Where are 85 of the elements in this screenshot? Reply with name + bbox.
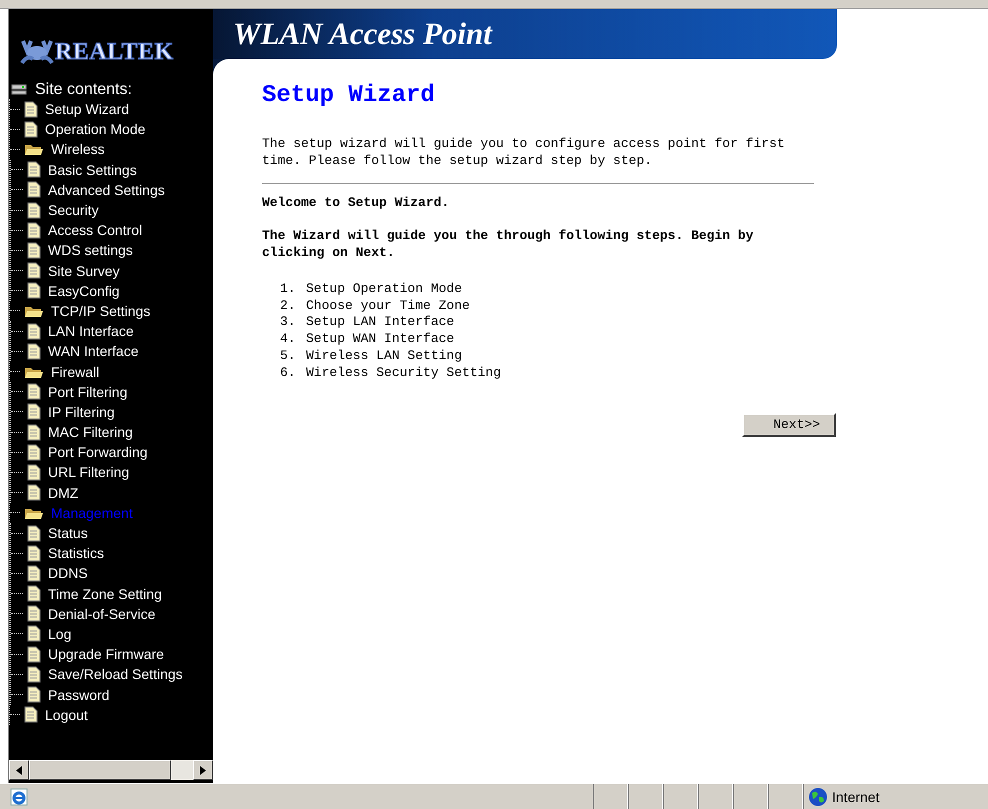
page-icon <box>27 666 41 683</box>
page-icon <box>27 444 41 461</box>
tree-item[interactable]: Site Survey <box>48 262 120 279</box>
step-number: 4. <box>280 331 297 346</box>
tree-item[interactable]: LAN Interface <box>48 323 134 340</box>
tree-item[interactable]: Advanced Settings <box>48 182 165 198</box>
next-button[interactable]: Next>> <box>742 412 836 437</box>
tree-item[interactable]: Upgrade Firmware <box>48 646 164 662</box>
globe-icon <box>808 786 828 806</box>
page-icon <box>27 242 41 259</box>
page-icon <box>27 262 41 280</box>
tree-item[interactable]: Status <box>48 525 88 542</box>
page-icon <box>27 585 41 602</box>
step-number: 1. <box>280 280 297 296</box>
page-title: Setup Wizard <box>262 82 436 109</box>
page-icon <box>27 686 41 704</box>
page-icon <box>27 564 41 582</box>
page-icon <box>27 403 41 420</box>
tree-item[interactable]: WAN Interface <box>48 343 139 360</box>
tree-item[interactable]: DDNS <box>48 565 88 582</box>
welcome-text: Welcome to Setup Wizard. <box>262 194 450 211</box>
tree-item[interactable]: TCP/IP Settings <box>51 302 150 319</box>
page-icon <box>27 464 41 481</box>
tree-item[interactable]: Setup Wizard <box>45 101 130 118</box>
scroll-right-icon[interactable] <box>193 760 213 780</box>
page-icon <box>27 625 41 642</box>
zone-label: Internet <box>832 788 880 804</box>
computer-icon <box>11 83 27 97</box>
tree-item[interactable]: IP Filtering <box>48 404 115 420</box>
step-number: 6. <box>280 364 297 380</box>
page-icon <box>27 222 41 239</box>
page-icon <box>27 322 41 340</box>
tree-item[interactable]: Access Control <box>48 222 142 238</box>
page-icon <box>27 181 41 198</box>
page-icon <box>24 120 38 138</box>
step-text: Setup LAN Interface <box>306 314 454 330</box>
step-text: Choose your Time Zone <box>306 298 470 313</box>
step-text: Setup Operation Mode <box>306 280 462 296</box>
page-icon <box>27 605 41 622</box>
tree-item[interactable]: MAC Filtering <box>48 424 133 440</box>
tree-item[interactable]: WDS settings <box>48 242 133 258</box>
tree-item[interactable]: URL Filtering <box>48 464 130 480</box>
tree-item[interactable]: Denial-of-Service <box>48 606 156 622</box>
banner-title: WLAN Access Point <box>233 16 492 52</box>
page-icon <box>27 646 41 663</box>
page-icon <box>27 161 41 178</box>
tree-item[interactable]: Basic Settings <box>48 162 137 178</box>
step-number: 2. <box>280 298 297 313</box>
page-icon <box>27 342 41 360</box>
tree-item[interactable]: Password <box>48 686 110 703</box>
page-icon <box>27 202 41 219</box>
page-icon <box>24 706 38 724</box>
tree-item[interactable]: Operation Mode <box>45 121 146 138</box>
tree-item[interactable]: Logout <box>45 706 88 723</box>
step-number: 3. <box>280 314 297 330</box>
step-text: Wireless Security Setting <box>306 364 502 380</box>
tree-item[interactable]: Wireless <box>51 141 105 158</box>
horizontal-scrollbar[interactable] <box>9 760 213 780</box>
guide-text: The Wizard will guide you the through following steps. Begin by clicking on Next. <box>262 227 754 261</box>
page-icon <box>27 282 41 300</box>
page-icon <box>27 484 41 502</box>
tree-item[interactable]: Time Zone Setting <box>48 586 162 602</box>
step-number: 5. <box>280 348 297 364</box>
tree-item[interactable]: EasyConfig <box>48 282 120 299</box>
scroll-thumb[interactable] <box>29 760 171 780</box>
step-text: Setup WAN Interface <box>306 331 454 346</box>
page-icon <box>27 524 41 542</box>
tree-item[interactable]: DMZ <box>48 484 78 501</box>
step-text: Wireless LAN Setting <box>306 348 462 364</box>
scroll-left-icon[interactable] <box>9 760 29 780</box>
tree-item[interactable]: Security <box>48 202 99 218</box>
tree-heading: Site contents: <box>35 81 132 99</box>
logo-text: REALTEK <box>55 38 174 66</box>
page-icon <box>27 544 41 562</box>
tree-item[interactable]: Statistics <box>48 545 104 562</box>
page-icon <box>27 424 41 441</box>
tree-item[interactable]: Log <box>48 626 72 642</box>
page-icon <box>27 383 41 400</box>
folder-icon <box>24 142 44 156</box>
intro-text: The setup wizard will guide you to configure access point for first time. Please follow the setup wizard step by step. <box>262 135 786 169</box>
tree-item[interactable]: Port Forwarding <box>48 444 148 460</box>
tree-item[interactable]: Port Filtering <box>48 384 128 400</box>
tree-item[interactable]: Save/Reload Settings <box>48 666 183 682</box>
tree-item[interactable]: Firewall <box>51 364 100 380</box>
page-icon <box>24 100 38 118</box>
